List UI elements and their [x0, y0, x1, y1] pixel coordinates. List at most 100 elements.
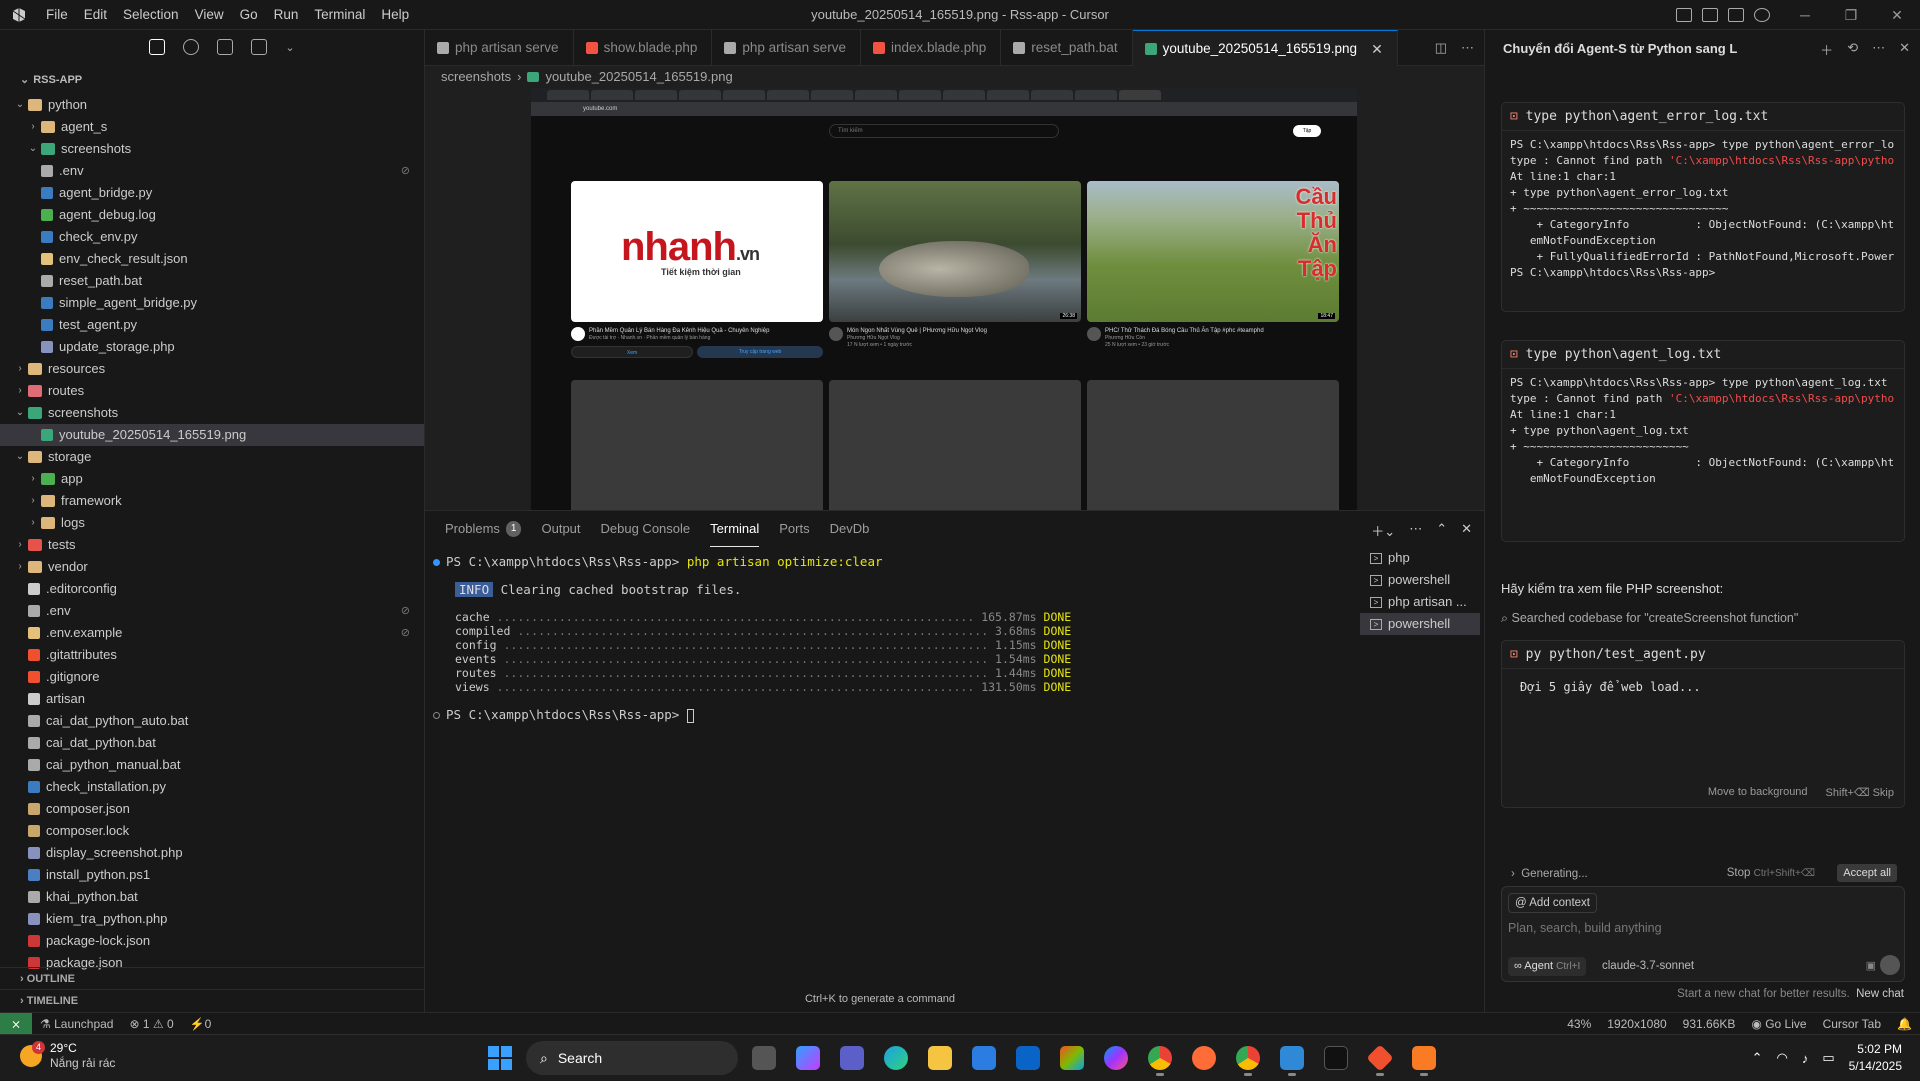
terminal-instance[interactable]: > php [1360, 547, 1480, 569]
restore-button[interactable]: ❐ [1828, 7, 1874, 24]
taskbar-search[interactable]: ⌕ Search [526, 1041, 738, 1075]
file-item[interactable]: .env ⊘ [0, 600, 424, 622]
tool-call-header[interactable]: ⊡ type python\agent_log.txt [1502, 341, 1904, 369]
minimize-button[interactable]: ─ [1782, 7, 1828, 23]
file-item[interactable]: update_storage.php [0, 336, 424, 358]
folder-item[interactable]: › tests [0, 534, 424, 556]
outline-section[interactable]: › OUTLINE [0, 967, 424, 989]
editor-tab[interactable]: php artisan serve [425, 30, 574, 66]
copilot-icon[interactable] [790, 1040, 826, 1076]
panel-tab-problems[interactable]: Problems 1 [445, 511, 522, 547]
folder-item[interactable]: › resources [0, 358, 424, 380]
chevron-up-icon[interactable]: ⌃ [1752, 1050, 1763, 1066]
breadcrumb-file[interactable]: youtube_20250514_165519.png [545, 66, 732, 88]
problems-indicator[interactable]: ⊗ 1 ⚠ 0 [121, 1013, 181, 1035]
stop-button[interactable]: Stop Ctrl+Shift+⌫ [1727, 867, 1815, 879]
wifi-icon[interactable]: ◠ [1776, 1050, 1787, 1066]
file-item[interactable]: .gitignore [0, 666, 424, 688]
terminal-output[interactable]: PS C:\xampp\htdocs\Rss\Rss-app> php arti… [433, 545, 1343, 985]
remote-indicator-icon[interactable]: ⨯ [0, 1012, 32, 1035]
file-item[interactable]: .env.example ⊘ [0, 622, 424, 644]
cursor-app-icon[interactable] [1318, 1040, 1354, 1076]
accept-all-button[interactable]: Accept all [1837, 864, 1897, 882]
store-icon[interactable] [966, 1040, 1002, 1076]
tool-call-header[interactable]: ⊡ type python\agent_error_log.txt [1502, 103, 1904, 131]
file-item[interactable]: agent_bridge.py [0, 182, 424, 204]
menu-view[interactable]: View [187, 0, 232, 30]
file-item[interactable]: composer.lock [0, 820, 424, 842]
terminal-instance[interactable]: > powershell [1360, 569, 1480, 591]
zoom-level[interactable]: 43% [1559, 1013, 1599, 1035]
chevron-right-icon[interactable]: › [1511, 868, 1515, 880]
terminal-instance[interactable]: > powershell [1360, 613, 1480, 635]
editor-tab[interactable]: show.blade.php [574, 30, 713, 66]
go-live-button[interactable]: ◉ Go Live [1743, 1013, 1814, 1035]
chat-input-box[interactable]: @ Add context Plan, search, build anythi… [1501, 886, 1905, 982]
close-icon[interactable]: ✕ [1371, 31, 1383, 67]
folder-item[interactable]: ⌄ python [0, 94, 424, 116]
ports-indicator[interactable]: ⚡0 [182, 1013, 220, 1035]
toggle-sidebar-icon[interactable] [1676, 8, 1692, 22]
battery-icon[interactable]: ▭ [1822, 1050, 1834, 1066]
split-editor-icon[interactable]: ◫ [1435, 40, 1447, 56]
folder-item[interactable]: ⌄ screenshots [0, 402, 424, 424]
folder-item[interactable]: › vendor [0, 556, 424, 578]
clock[interactable]: 5:02 PM 5/14/2025 [1849, 1041, 1902, 1075]
breadcrumb-folder[interactable]: screenshots [441, 66, 511, 88]
folder-item[interactable]: ⌄ screenshots [0, 138, 424, 160]
file-item[interactable]: check_installation.py [0, 776, 424, 798]
skip-button[interactable]: Shift+⌫ Skip [1826, 786, 1894, 799]
file-item[interactable]: simple_agent_bridge.py [0, 292, 424, 314]
folder-item[interactable]: ⌄ storage [0, 446, 424, 468]
image-upload-icon[interactable]: ▣ [1866, 959, 1876, 972]
explorer-icon[interactable] [149, 39, 166, 55]
messenger-icon[interactable] [1098, 1040, 1134, 1076]
new-terminal-icon[interactable]: ＋⌄ [1371, 521, 1395, 540]
menu-terminal[interactable]: Terminal [306, 0, 373, 30]
tool-call-header[interactable]: ⊡ py python/test_agent.py [1502, 641, 1904, 669]
file-item[interactable]: reset_path.bat [0, 270, 424, 292]
toggle-panel-icon[interactable] [1702, 8, 1718, 22]
editor-tab[interactable]: youtube_20250514_165519.png ✕ [1132, 30, 1398, 67]
file-item[interactable]: youtube_20250514_165519.png [0, 424, 424, 446]
new-chat-link[interactable]: New chat [1856, 988, 1904, 1000]
agent-mode-selector[interactable]: ∞ Agent Ctrl+I [1508, 957, 1587, 976]
close-panel-icon[interactable]: ✕ [1461, 521, 1472, 540]
editor-tab[interactable]: php artisan serve [712, 30, 861, 66]
editor-tab[interactable]: reset_path.bat [1001, 30, 1133, 66]
folder-item[interactable]: › routes [0, 380, 424, 402]
start-button[interactable] [482, 1040, 518, 1076]
panel-tab-output[interactable]: Output [541, 511, 580, 547]
outlook-icon[interactable] [1010, 1040, 1046, 1076]
file-explorer-icon[interactable] [922, 1040, 958, 1076]
file-item[interactable]: check_env.py [0, 226, 424, 248]
close-icon[interactable]: ✕ [1899, 40, 1910, 59]
panel-tab-terminal[interactable]: Terminal [710, 512, 760, 547]
file-item[interactable]: cai_python_manual.bat [0, 754, 424, 776]
file-item[interactable]: .env ⊘ [0, 160, 424, 182]
weather-widget[interactable]: 4 29°C Nắng rải rác [20, 1041, 115, 1071]
file-item[interactable]: package-lock.json [0, 930, 424, 952]
folder-item[interactable]: › agent_s [0, 116, 424, 138]
panel-tab-devdb[interactable]: DevDb [830, 511, 870, 547]
menu-file[interactable]: File [38, 0, 76, 30]
file-item[interactable]: test_agent.py [0, 314, 424, 336]
folder-item[interactable]: › logs [0, 512, 424, 534]
more-actions-icon[interactable]: ⋯ [1461, 40, 1474, 56]
m365-icon[interactable] [1054, 1040, 1090, 1076]
move-to-background-button[interactable]: Move to background [1708, 786, 1808, 799]
file-item[interactable]: artisan [0, 688, 424, 710]
maximize-panel-icon[interactable]: ⌃ [1436, 521, 1447, 540]
file-item[interactable]: cai_dat_python_auto.bat [0, 710, 424, 732]
search-icon[interactable] [183, 39, 200, 55]
postman-icon[interactable] [1186, 1040, 1222, 1076]
add-context-button[interactable]: @ Add context [1508, 893, 1597, 913]
extensions-icon[interactable] [251, 39, 268, 55]
file-item[interactable]: env_check_result.json [0, 248, 424, 270]
teams-icon[interactable] [834, 1040, 870, 1076]
xampp-icon[interactable] [1406, 1040, 1442, 1076]
model-selector[interactable]: claude-3.7-sonnet [1602, 957, 1694, 975]
file-item[interactable]: kiem_tra_python.php [0, 908, 424, 930]
source-control-icon[interactable] [217, 39, 234, 55]
folder-item[interactable]: › framework [0, 490, 424, 512]
